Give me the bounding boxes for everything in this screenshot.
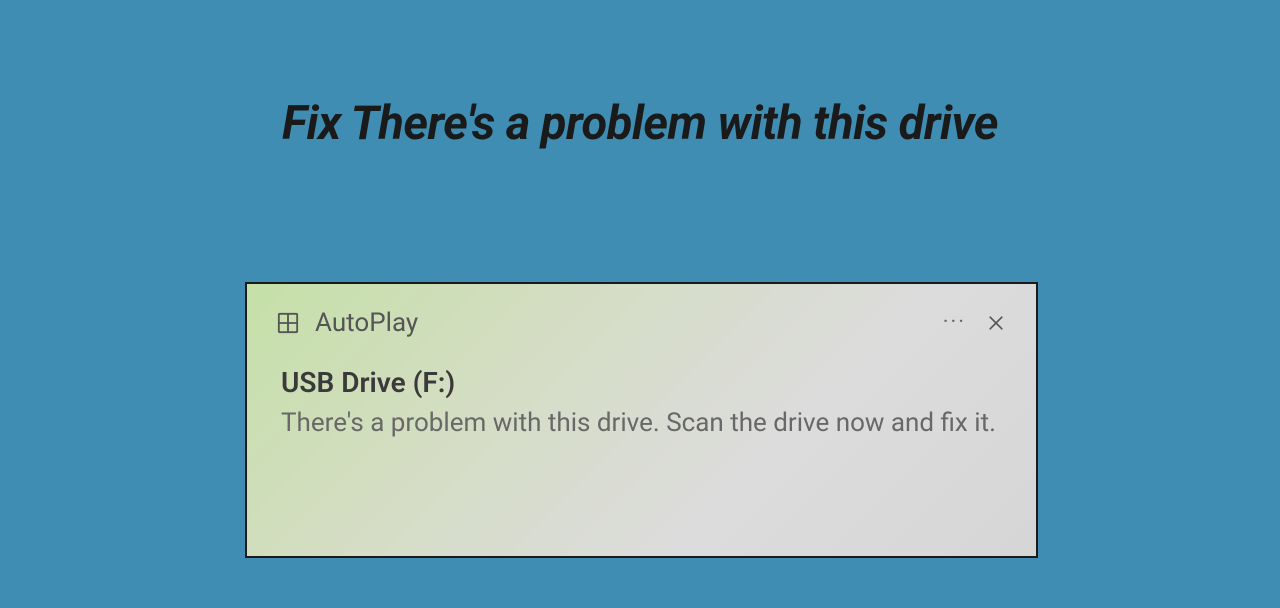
drive-message: There's a problem with this drive. Scan …	[281, 405, 1006, 443]
autoplay-icon	[277, 312, 299, 334]
notification-header-right: ···	[943, 312, 1006, 334]
autoplay-notification[interactable]: AutoPlay ··· USB Drive (F:) There's a pr…	[245, 282, 1038, 558]
notification-body: USB Drive (F:) There's a problem with th…	[277, 366, 1006, 443]
notification-header-left: AutoPlay	[277, 308, 418, 338]
drive-title: USB Drive (F:)	[281, 366, 1006, 399]
close-icon[interactable]	[986, 313, 1006, 333]
page-headline: Fix There's a problem with this drive	[0, 96, 1280, 151]
more-options-icon[interactable]: ···	[943, 312, 966, 334]
autoplay-app-label: AutoPlay	[315, 308, 418, 338]
notification-header: AutoPlay ···	[277, 308, 1006, 338]
